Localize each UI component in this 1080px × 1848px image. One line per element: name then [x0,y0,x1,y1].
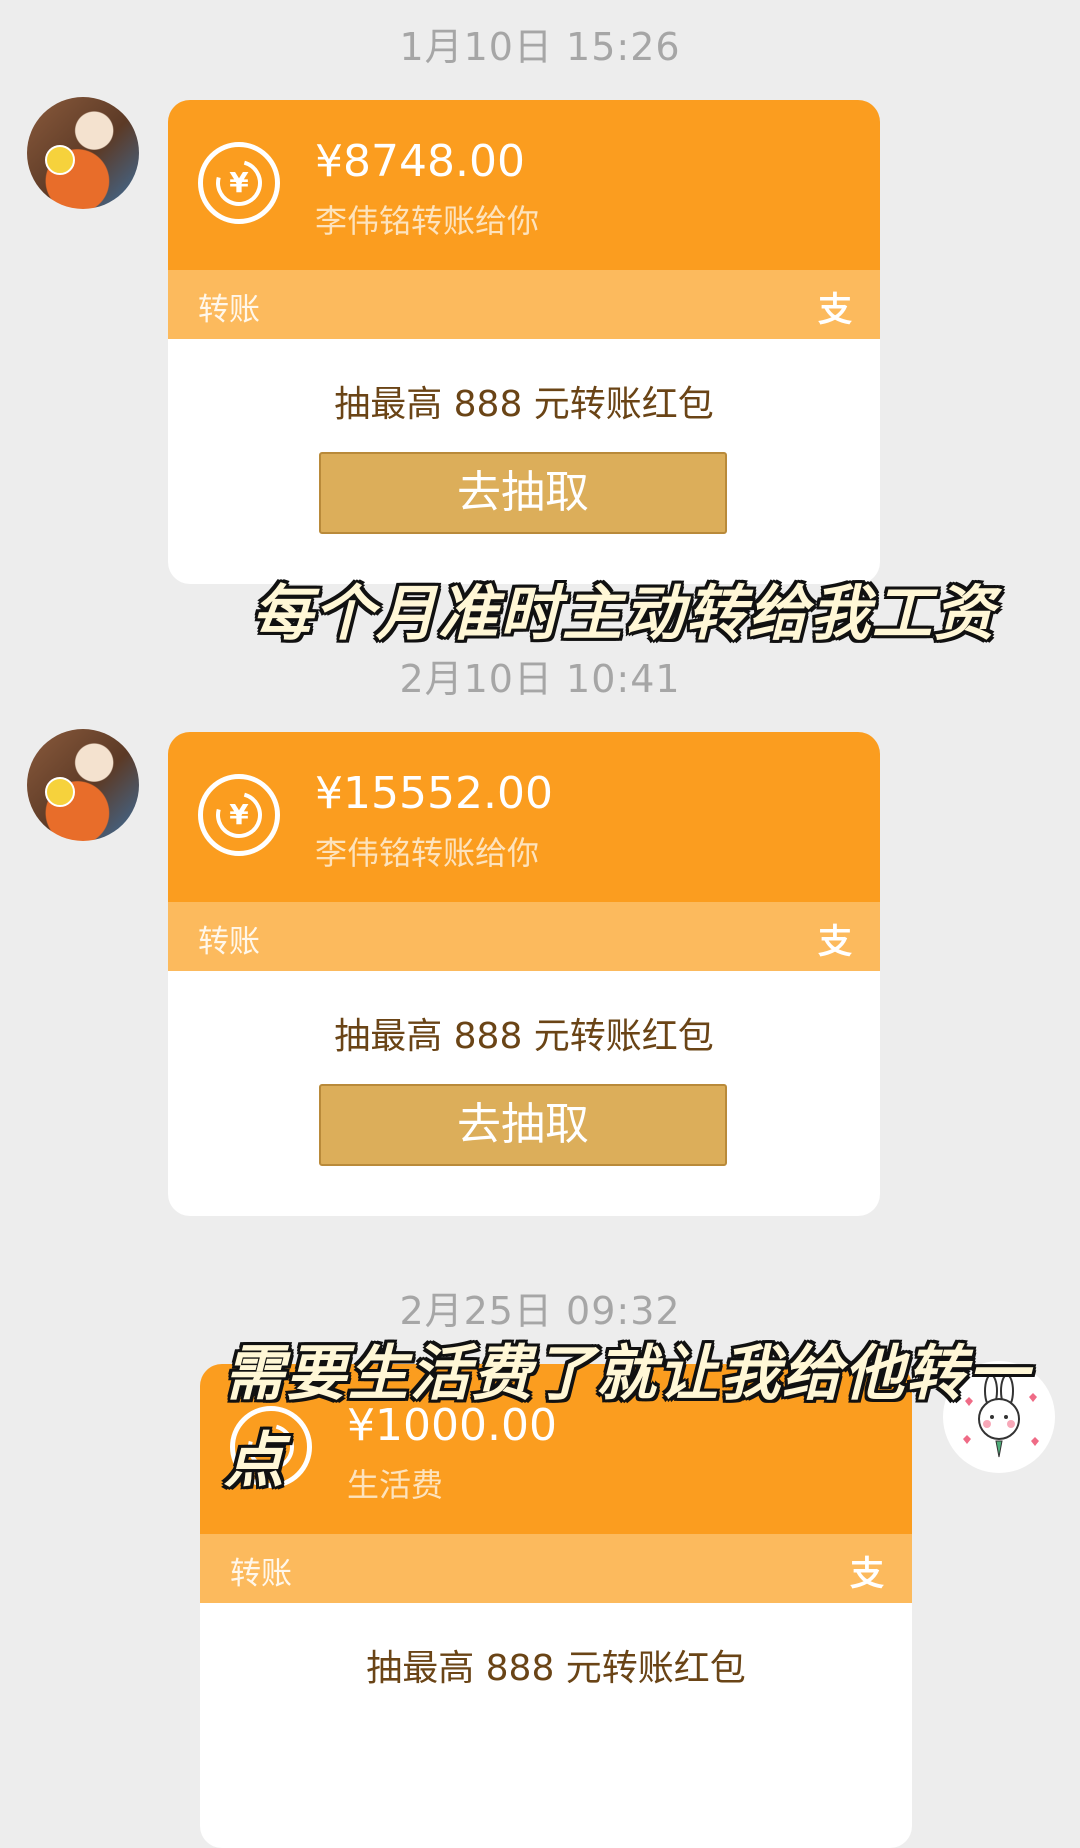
transfer-card-strip: 转账 支 [168,270,880,339]
transfer-card[interactable]: ¥ ¥15552.00 李伟铭转账给你 转账 支 抽最高 888 元转账红包 去… [168,732,880,1216]
transfer-card-promo: 抽最高 888 元转账红包 去抽取 [168,339,880,584]
alipay-icon: 支 [818,290,852,330]
alipay-icon: 支 [850,1554,884,1594]
draw-button[interactable]: 去抽取 [319,452,727,534]
transfer-amount: ¥8748.00 [315,136,525,187]
transfer-card-promo: 抽最高 888 元转账红包 [200,1603,912,1848]
alipay-icon: 支 [818,922,852,962]
promo-text: 抽最高 888 元转账红包 [366,1648,746,1689]
sticker-icon [45,777,75,807]
overlay-caption: 需要生活费了就让我给他转一点 [224,1339,1030,1496]
transfer-coin-icon: ¥ [198,142,280,224]
timestamp: 2月10日 10:41 [399,657,681,701]
transfer-card-header: ¥ ¥15552.00 李伟铭转账给你 [168,732,880,902]
transfer-card-strip: 转账 支 [168,902,880,971]
transfer-card-header: ¥ ¥8748.00 李伟铭转账给你 [168,100,880,270]
sender-avatar[interactable] [27,729,139,841]
promo-text: 抽最高 888 元转账红包 [334,1016,714,1057]
transfer-label: 转账 [198,292,260,328]
transfer-amount: ¥15552.00 [315,768,553,819]
transfer-note: 李伟铭转账给你 [315,202,540,240]
transfer-label: 转账 [230,1556,292,1592]
transfer-card[interactable]: ¥ ¥8748.00 李伟铭转账给你 转账 支 抽最高 888 元转账红包 去抽… [168,100,880,584]
transfer-coin-icon: ¥ [198,774,280,856]
transfer-note: 李伟铭转账给你 [315,834,540,872]
transfer-card-strip: 转账 支 [200,1534,912,1603]
promo-text: 抽最高 888 元转账红包 [334,384,714,425]
sender-avatar[interactable] [27,97,139,209]
timestamp: 1月10日 15:26 [399,25,681,69]
overlay-caption: 每个月准时主动转给我工资 [252,579,996,649]
draw-button[interactable]: 去抽取 [319,1084,727,1166]
sticker-icon [45,145,75,175]
transfer-card-promo: 抽最高 888 元转账红包 去抽取 [168,971,880,1216]
transfer-label: 转账 [198,924,260,960]
